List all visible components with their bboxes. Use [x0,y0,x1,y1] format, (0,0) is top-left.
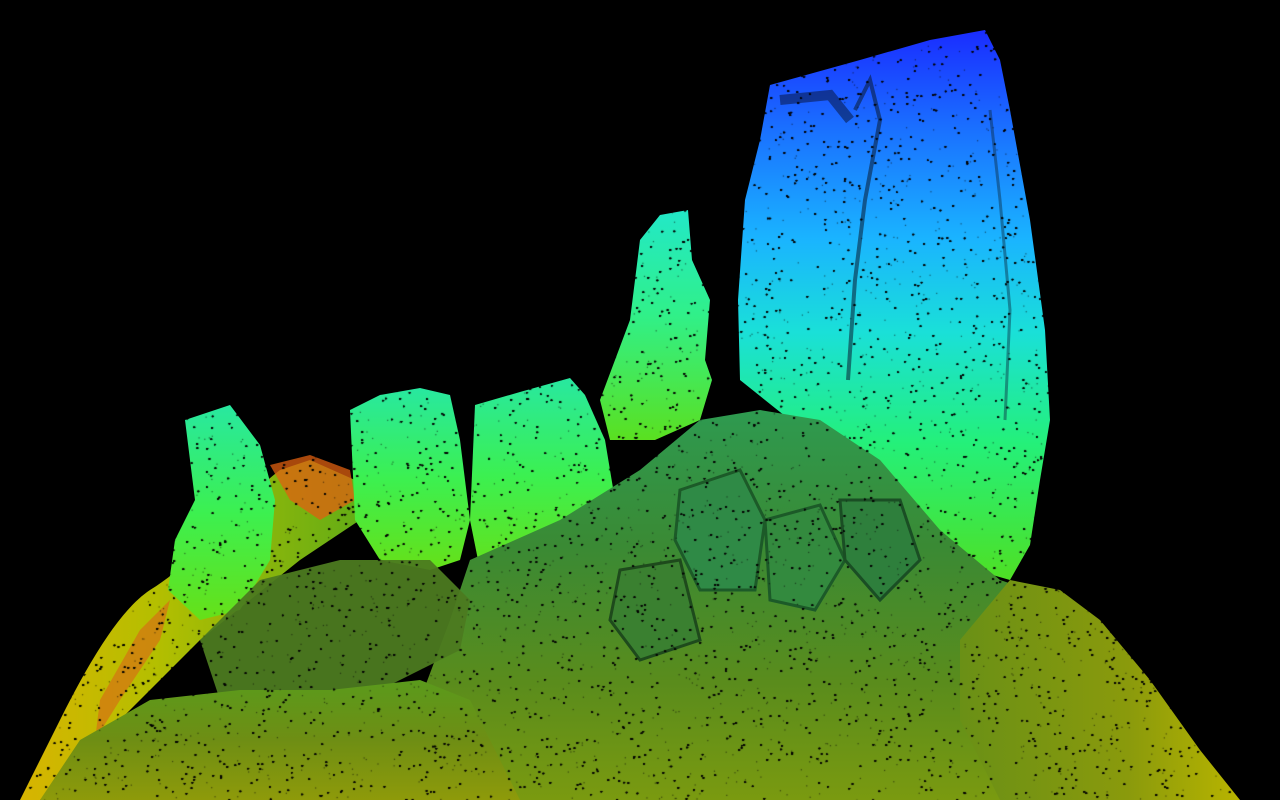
point-speckle-overlay [0,0,1280,800]
point-cloud-viewport[interactable] [0,0,1280,800]
